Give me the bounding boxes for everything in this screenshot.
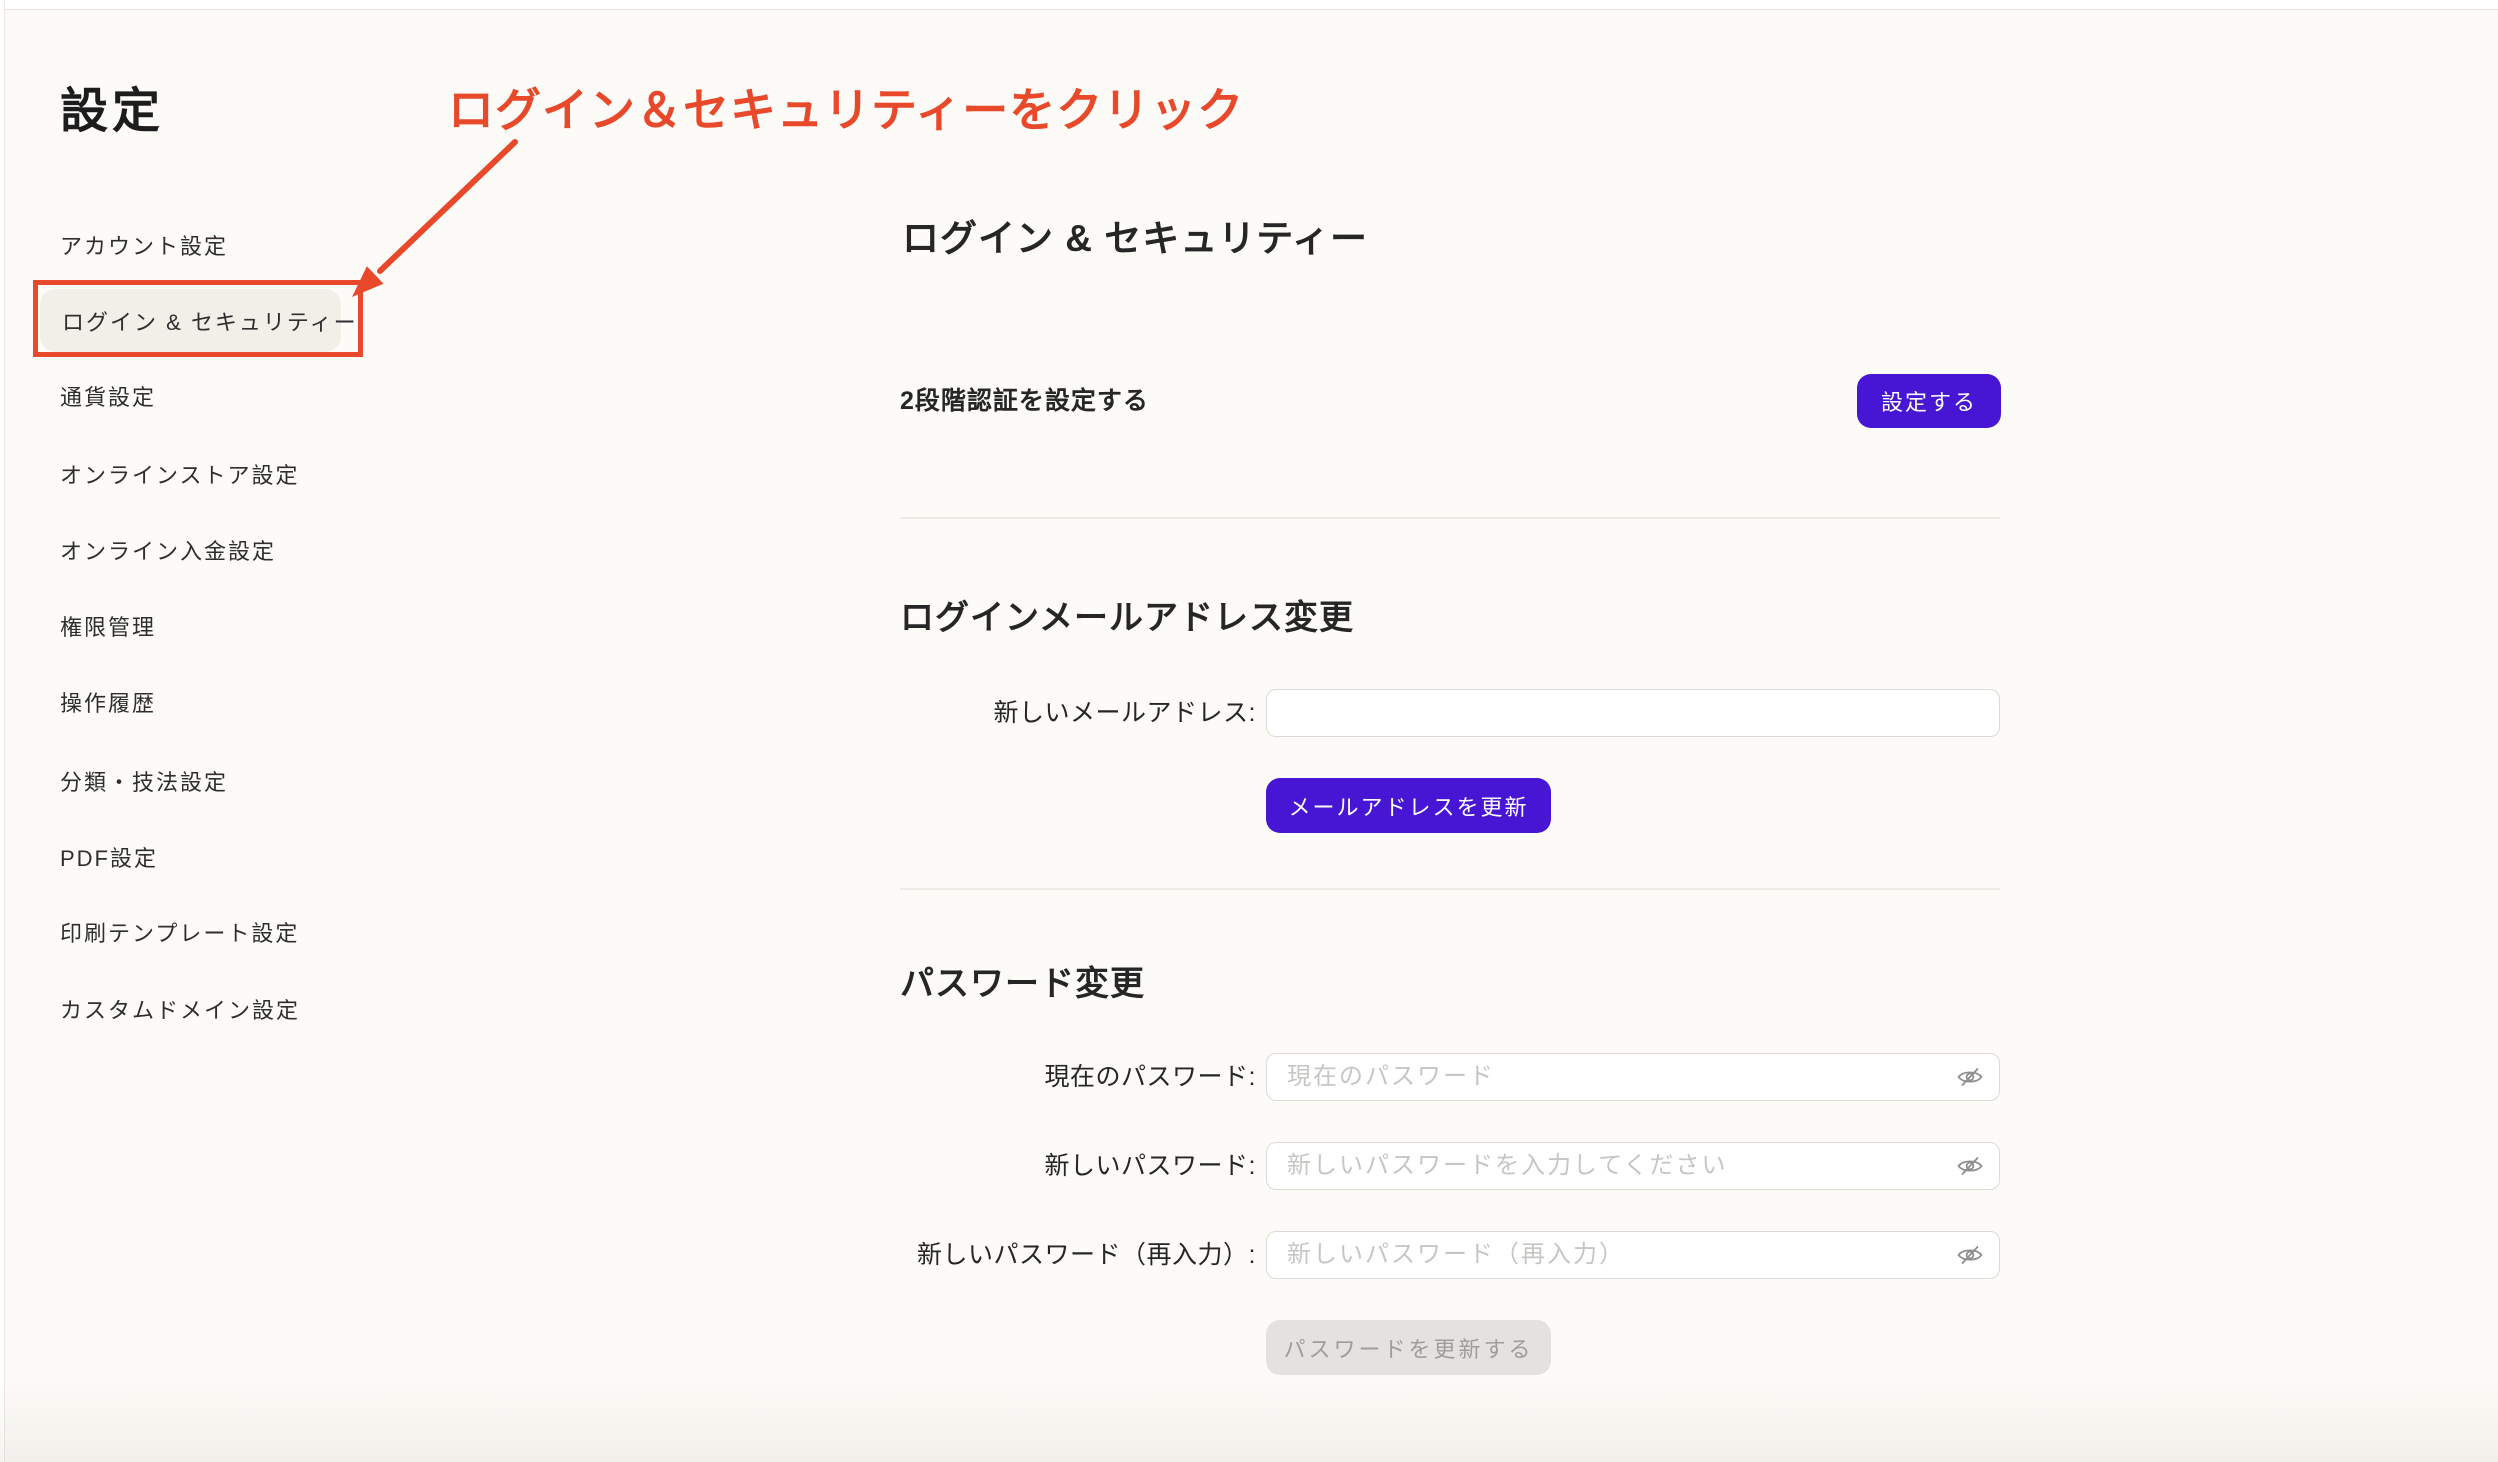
confirm-password-label: 新しいパスワード（再入力）: [780, 1240, 1256, 1271]
sidebar-item-classification-technique-settings[interactable]: 分類・技法設定 [60, 768, 228, 798]
new-password-label: 新しいパスワード: [780, 1151, 1256, 1182]
current-password-input-wrap [1266, 1053, 2000, 1101]
confirm-password-input[interactable] [1266, 1231, 2000, 1279]
sidebar-item-currency-settings[interactable]: 通貨設定 [60, 383, 156, 413]
eye-invisible-icon[interactable] [1957, 1242, 1983, 1268]
eye-invisible-icon[interactable] [1957, 1064, 1983, 1090]
section-divider [900, 517, 2000, 519]
new-email-label: 新しいメールアドレス: [780, 698, 1256, 729]
settings-page: 設定 ログイン＆セキュリティーをクリック アカウント設定 ログイン & セキュリ… [0, 0, 2498, 1462]
sidebar: アカウント設定 ログイン & セキュリティー 通貨設定 オンラインストア設定 オ… [0, 0, 430, 1462]
two-factor-setup-button[interactable]: 設定する [1857, 374, 2001, 428]
sidebar-item-online-payment-settings[interactable]: オンライン入金設定 [60, 537, 276, 567]
sidebar-item-pdf-settings[interactable]: PDF設定 [60, 844, 158, 874]
sidebar-item-account-settings[interactable]: アカウント設定 [60, 232, 228, 262]
confirm-password-input-wrap [1266, 1231, 2000, 1279]
section-divider [900, 888, 2000, 890]
eye-invisible-icon[interactable] [1957, 1153, 1983, 1179]
current-password-input[interactable] [1266, 1053, 2000, 1101]
new-email-input[interactable] [1266, 689, 2000, 737]
password-change-heading: パスワード変更 [900, 964, 1145, 1004]
sidebar-item-operation-history[interactable]: 操作履歴 [60, 689, 156, 719]
new-password-input-wrap [1266, 1142, 2000, 1190]
sidebar-item-login-security[interactable]: ログイン & セキュリティー [40, 289, 341, 352]
update-password-button[interactable]: パスワードを更新する [1266, 1320, 1551, 1375]
email-change-heading: ログインメールアドレス変更 [900, 598, 1354, 638]
section-title-login-security: ログイン & セキュリティー [902, 217, 1368, 261]
new-email-input-wrap [1266, 689, 2000, 737]
new-password-input[interactable] [1266, 1142, 2000, 1190]
update-email-button[interactable]: メールアドレスを更新 [1266, 778, 1551, 833]
sidebar-item-label: ログイン & セキュリティー [62, 305, 358, 337]
annotation-text: ログイン＆セキュリティーをクリック [448, 84, 1244, 136]
sidebar-item-custom-domain-settings[interactable]: カスタムドメイン設定 [60, 996, 300, 1026]
two-factor-label: 2段階認証を設定する [900, 386, 1149, 417]
sidebar-item-online-store-settings[interactable]: オンラインストア設定 [60, 461, 300, 491]
current-password-label: 現在のパスワード: [780, 1062, 1256, 1093]
sidebar-item-print-template-settings[interactable]: 印刷テンプレート設定 [60, 919, 299, 949]
sidebar-item-permission-management[interactable]: 権限管理 [60, 613, 156, 643]
